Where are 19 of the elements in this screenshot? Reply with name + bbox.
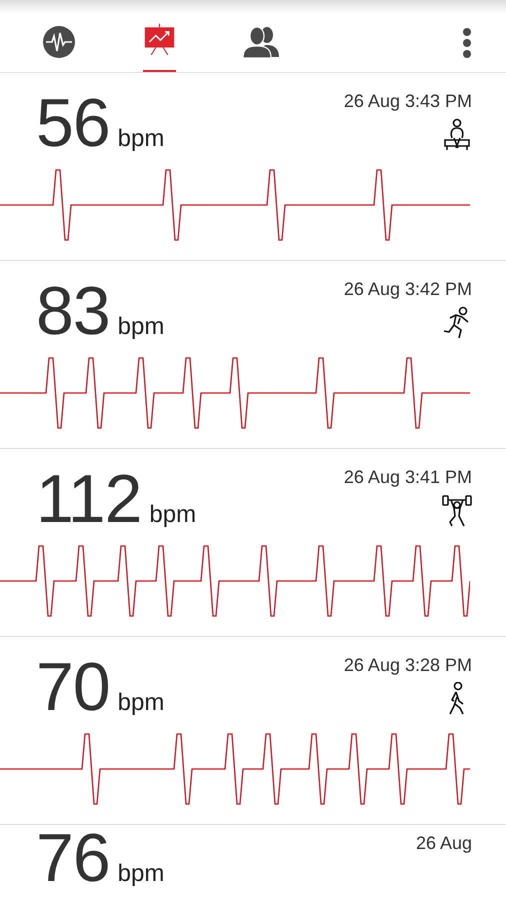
timestamp: 26 Aug 3:41 PM xyxy=(344,467,472,488)
heartbeat-icon xyxy=(42,25,76,59)
heart-rate-unit: bpm xyxy=(149,501,196,529)
weightlifter-icon xyxy=(442,494,472,528)
heart-rate-value: 70 xyxy=(36,651,110,723)
heart-rate-unit: bpm xyxy=(118,125,164,153)
people-icon xyxy=(242,25,280,59)
sitting-person-icon xyxy=(442,118,472,152)
timestamp: 26 Aug 3:28 PM xyxy=(344,655,472,676)
heart-rate-value: 56 xyxy=(36,87,110,159)
timestamp: 26 Aug 3:43 PM xyxy=(344,91,472,112)
timestamp: 26 Aug xyxy=(416,833,472,854)
heart-rate-value: 112 xyxy=(36,463,142,535)
heart-rate-unit: bpm xyxy=(118,689,164,717)
heart-rate-unit: bpm xyxy=(118,313,164,341)
heart-rate-value: 83 xyxy=(36,275,110,347)
heart-rate-unit: bpm xyxy=(118,862,164,886)
heart-rate-value: 76 xyxy=(36,829,110,887)
timestamp: 26 Aug 3:42 PM xyxy=(344,279,472,300)
